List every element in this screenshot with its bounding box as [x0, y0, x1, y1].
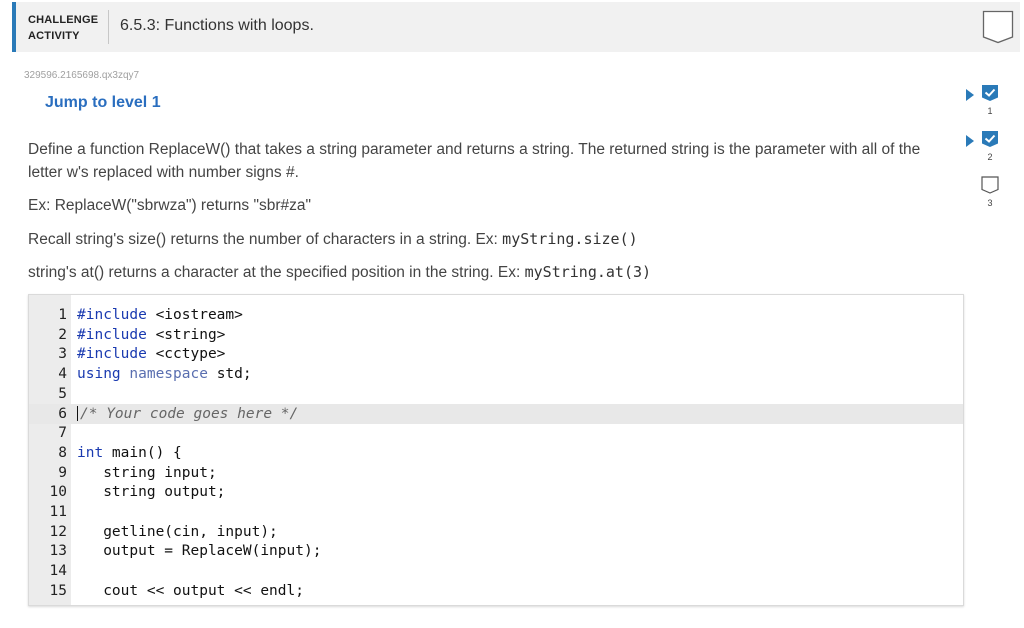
code-text[interactable]: cout << output << endl;: [77, 581, 304, 601]
code-line[interactable]: 3 #include <cctype>: [29, 344, 963, 364]
code-line[interactable]: 12 getline(cin, input);: [29, 522, 963, 542]
at-hint: string's at() returns a character at the…: [28, 261, 651, 284]
code-text[interactable]: int main() {: [77, 443, 182, 463]
size-hint-code: myString.size(): [502, 230, 638, 248]
activity-header: CHALLENGE ACTIVITY 6.5.3: Functions with…: [12, 2, 1020, 52]
code-line[interactable]: 15 cout << output << endl;: [29, 581, 963, 601]
code-line[interactable]: 5: [29, 384, 963, 404]
completion-badge-icon: [982, 10, 1014, 44]
code-line[interactable]: 9 string input;: [29, 463, 963, 483]
code-text[interactable]: using namespace std;: [77, 364, 252, 384]
header-divider: [108, 10, 109, 44]
code-line[interactable]: 8 int main() {: [29, 443, 963, 463]
code-line[interactable]: 10 string output;: [29, 482, 963, 502]
code-line[interactable]: 11: [29, 502, 963, 522]
instruction-paragraph: Define a function ReplaceW() that takes …: [28, 141, 921, 181]
activity-type-line2: ACTIVITY: [28, 30, 80, 42]
empty-level-icon: [981, 176, 999, 194]
line-number: 1: [58, 307, 67, 323]
line-number: 2: [58, 326, 67, 343]
code-line[interactable]: 2 #include <string>: [29, 325, 963, 345]
code-text[interactable]: output = ReplaceW(input);: [77, 541, 321, 561]
line-number: 4: [58, 366, 67, 383]
size-hint: Recall string's size() returns the numbe…: [28, 228, 638, 251]
line-number: 11: [49, 504, 67, 520]
line-number: 12: [49, 523, 67, 540]
level-number: 2: [987, 152, 993, 162]
line-number: 15: [49, 582, 67, 599]
example-text: Ex: ReplaceW("sbrwza") returns "sbr#za": [28, 197, 312, 214]
code-text[interactable]: /* Your code goes here */: [77, 404, 298, 424]
line-number: 10: [49, 484, 67, 501]
line-number: 13: [49, 543, 67, 560]
code-editor[interactable]: 1 #include <iostream> 2 #include <string> 3 #…: [28, 294, 964, 606]
code-line[interactable]: 7: [29, 423, 963, 443]
size-hint-text: Recall string's size() returns the numbe…: [28, 231, 503, 248]
code-text[interactable]: string output;: [77, 482, 225, 502]
code-text[interactable]: string input;: [77, 463, 217, 483]
at-hint-text: string's at() returns a character at the…: [28, 264, 525, 281]
code-line[interactable]: 14: [29, 561, 963, 581]
level-number: 3: [987, 198, 993, 208]
code-line[interactable]: 6 /* Your code goes here */: [29, 403, 963, 424]
checkmark-icon: [982, 85, 998, 101]
jump-to-level-link[interactable]: Jump to level 1: [45, 94, 161, 112]
line-number: 7: [58, 425, 67, 442]
level-number: 1: [987, 106, 993, 116]
line-number: 6: [58, 405, 67, 422]
code-text[interactable]: #include <string>: [77, 325, 225, 345]
level-arrow-icon: [966, 135, 974, 147]
activity-type-line1: CHALLENGE: [28, 14, 99, 26]
code-text[interactable]: getline(cin, input);: [77, 522, 278, 542]
code-text[interactable]: #include <cctype>: [77, 344, 225, 364]
line-number: 3: [58, 346, 67, 363]
code-line[interactable]: 1 #include <iostream>: [29, 305, 963, 325]
line-number: 8: [58, 444, 67, 461]
level-arrow-icon: [966, 89, 974, 101]
line-number: 9: [58, 464, 67, 481]
line-number: 5: [58, 385, 67, 402]
activity-code: 329596.2165698.qx3zqy7: [24, 70, 140, 81]
activity-title: 6.5.3: Functions with loops.: [120, 17, 314, 34]
at-hint-code: myString.at(3): [524, 263, 652, 281]
code-line[interactable]: 4 using namespace std;: [29, 364, 963, 384]
code-line[interactable]: 13 output = ReplaceW(input);: [29, 541, 963, 561]
activity-type-label: CHALLENGE ACTIVITY: [28, 12, 98, 44]
checkmark-icon: [982, 131, 998, 147]
line-number: 14: [49, 563, 67, 580]
code-text[interactable]: #include <iostream>: [77, 305, 243, 325]
